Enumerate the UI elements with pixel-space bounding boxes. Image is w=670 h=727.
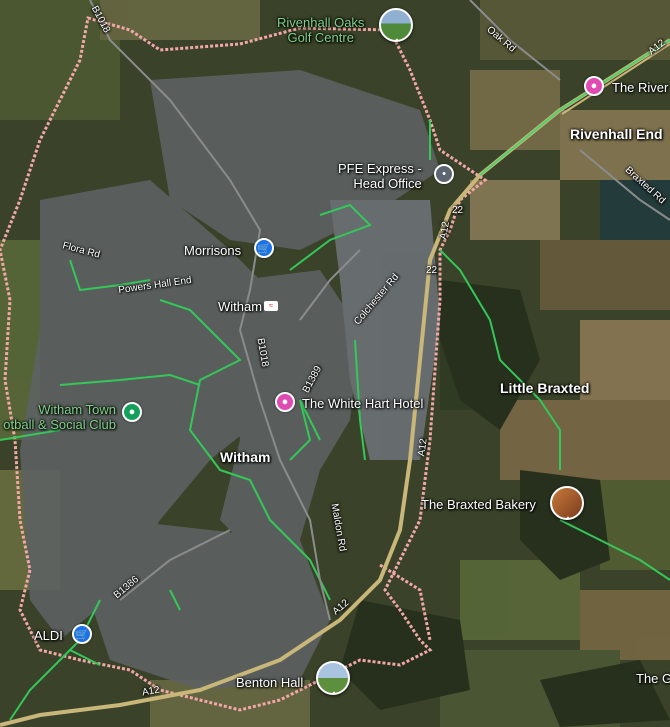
stadium-icon[interactable]: ● <box>122 402 142 422</box>
place-label-the-g[interactable]: The G <box>636 671 670 686</box>
place-label-aldi[interactable]: ALDI <box>34 628 63 643</box>
benton-hall-photo-pin[interactable] <box>316 661 350 695</box>
hotel-icon[interactable]: ● <box>584 76 604 96</box>
place-label-braxted-bakery[interactable]: The Braxted Bakery <box>421 497 536 512</box>
train-station-icon[interactable]: ≈ <box>264 301 278 311</box>
golf-centre-photo-pin[interactable] <box>379 8 413 42</box>
place-label-rivenhall-oaks[interactable]: Rivenhall Oaks Golf Centre <box>277 15 364 45</box>
shopping-cart-icon[interactable]: 🛒 <box>254 238 274 258</box>
place-label-white-hart[interactable]: The White Hart Hotel <box>302 396 423 411</box>
road-label-a12-sw: A12 <box>141 684 161 699</box>
satellite-map[interactable]: B1018 Oak Rd A12 Braxted Rd Flora Rd Pow… <box>0 0 670 727</box>
map-canvas <box>0 0 670 727</box>
place-label-witham-station[interactable]: Witham <box>218 299 262 314</box>
place-label-morrisons[interactable]: Morrisons <box>184 243 241 258</box>
junction-label-22a: 22 <box>452 205 464 216</box>
place-label-witham-town-fc[interactable]: Witham Town otball & Social Club <box>0 402 116 432</box>
bakery-photo-pin[interactable] <box>550 486 584 520</box>
place-icon[interactable]: • <box>434 164 454 184</box>
place-label-pfe-express[interactable]: PFE Express - Head Office <box>338 161 422 191</box>
junction-label-22b: 22 <box>426 265 438 276</box>
hotel-icon-white-hart[interactable]: ● <box>275 392 295 412</box>
shopping-cart-icon-aldi[interactable]: 🛒 <box>72 624 92 644</box>
road-label-a12-mid: A12 <box>437 220 452 241</box>
place-label-witham-town[interactable]: Witham <box>220 450 270 465</box>
place-label-benton-hall[interactable]: Benton Hall <box>236 675 303 690</box>
place-label-rivenhall-end[interactable]: Rivenhall End <box>570 127 663 142</box>
place-label-the-river[interactable]: The River <box>612 80 668 95</box>
place-label-little-braxted[interactable]: Little Braxted <box>500 381 589 396</box>
road-label-a12-south: A12 <box>416 437 430 458</box>
